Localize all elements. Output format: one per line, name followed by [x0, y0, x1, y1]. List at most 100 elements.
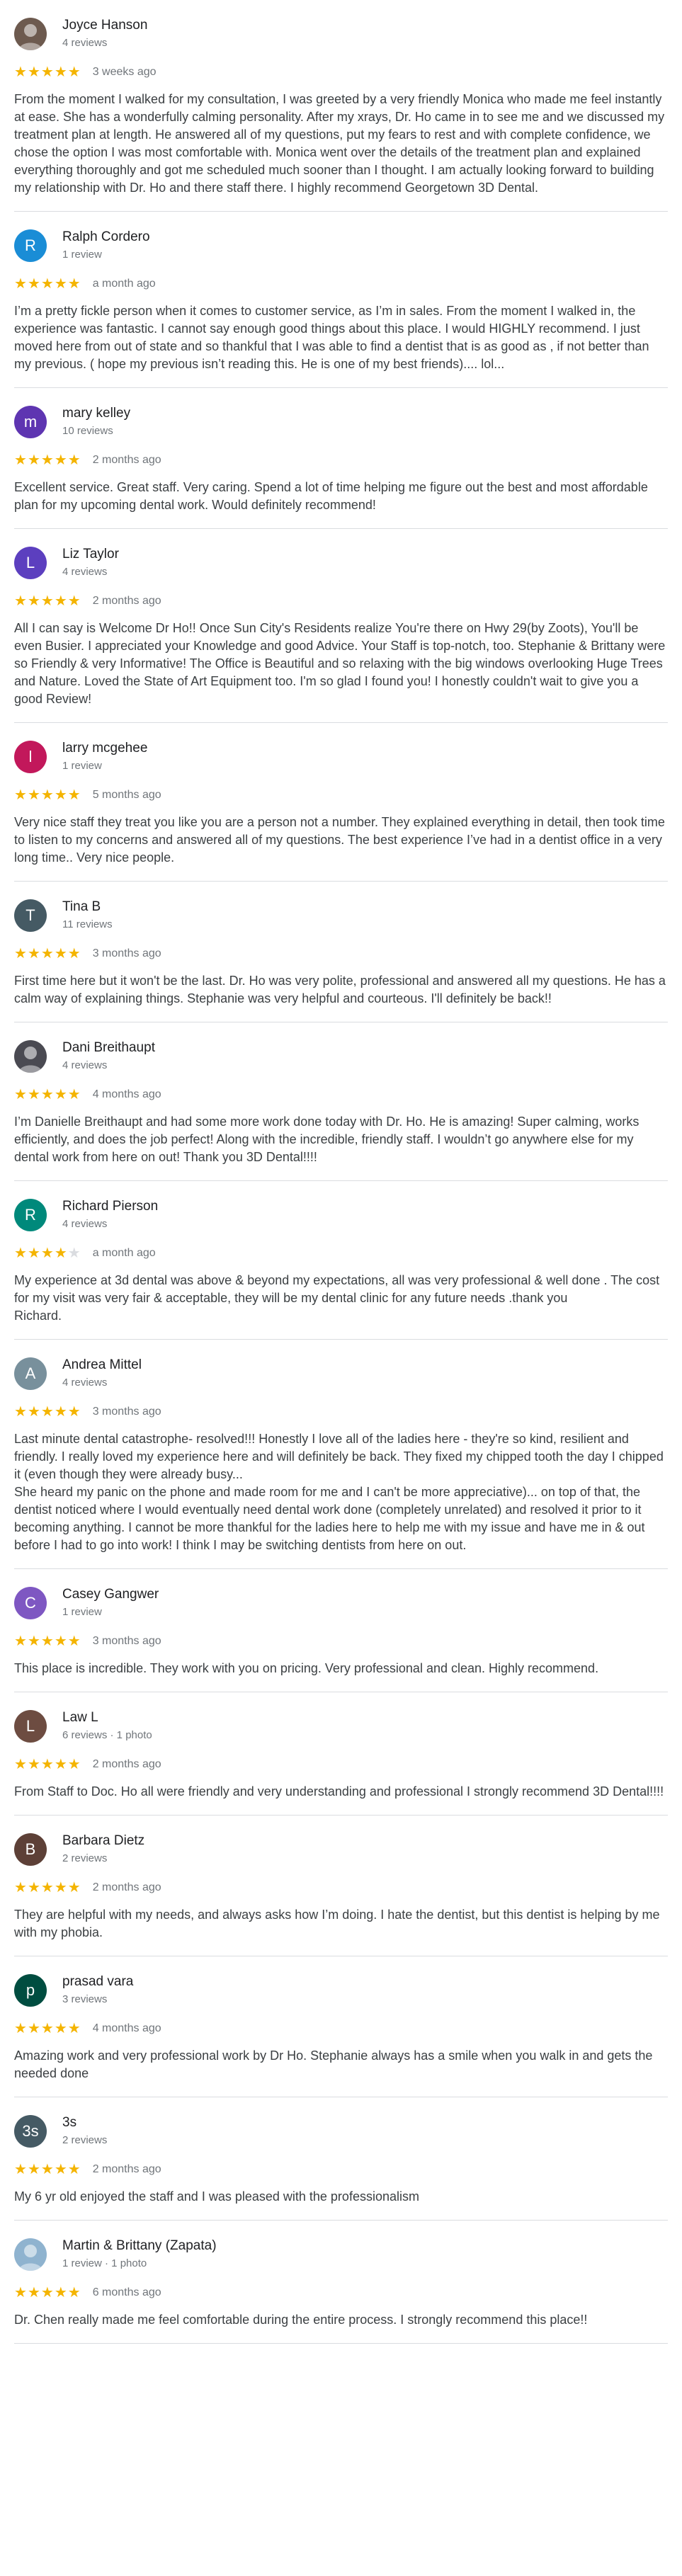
- review-date: 3 weeks ago: [92, 66, 157, 78]
- reviewer-stats: 2 reviews: [62, 2134, 108, 2146]
- star-filled-icon: ★: [14, 1246, 28, 1261]
- reviewer-stats: 1 review: [62, 1606, 102, 1618]
- star-rating: ★★★★★: [14, 787, 81, 804]
- star-filled-icon: ★: [67, 276, 81, 292]
- avatar-photo-icon[interactable]: [14, 2238, 47, 2271]
- star-filled-icon: ★: [67, 1634, 81, 1649]
- star-filled-icon: ★: [54, 276, 68, 292]
- avatar[interactable]: L: [14, 1710, 47, 1743]
- author-info: larry mcgehee 1 review: [62, 740, 147, 774]
- reviewer-stats: 6 reviews · 1 photo: [62, 1729, 152, 1741]
- author-name[interactable]: prasad vara: [62, 1973, 133, 1990]
- rating-row: ★★★★★ 4 months ago: [14, 1086, 668, 1103]
- star-filled-icon: ★: [40, 1757, 55, 1772]
- avatar[interactable]: m: [14, 406, 47, 438]
- review-date: 4 months ago: [92, 1088, 161, 1100]
- author-name[interactable]: Richard Pierson: [62, 1198, 158, 1215]
- star-filled-icon: ★: [27, 64, 41, 80]
- avatar-photo-icon[interactable]: [14, 1040, 47, 1073]
- star-rating: ★★★★★: [14, 1245, 81, 1262]
- author-name[interactable]: Barbara Dietz: [62, 1833, 144, 1850]
- reviewer-stats: 3 reviews: [62, 1993, 108, 2005]
- star-filled-icon: ★: [40, 276, 55, 292]
- star-filled-icon: ★: [67, 2162, 81, 2177]
- star-filled-icon: ★: [67, 787, 81, 803]
- author-name[interactable]: Andrea Mittel: [62, 1357, 142, 1374]
- rating-row: ★★★★★ 2 months ago: [14, 593, 668, 610]
- reviewer-stats: 11 reviews: [62, 918, 113, 930]
- author-name[interactable]: Ralph Cordero: [62, 229, 150, 246]
- rating-row: ★★★★★ 6 months ago: [14, 2284, 668, 2301]
- review-card: R Ralph Cordero 1 review ★★★★★ a month ago I’…: [14, 212, 668, 388]
- star-rating: ★★★★★: [14, 2020, 81, 2037]
- author-name[interactable]: larry mcgehee: [62, 740, 147, 757]
- avatar[interactable]: T: [14, 899, 47, 932]
- avatar[interactable]: C: [14, 1587, 47, 1619]
- author-name[interactable]: Liz Taylor: [62, 546, 119, 563]
- author-name[interactable]: Tina B: [62, 899, 113, 916]
- star-filled-icon: ★: [40, 2021, 55, 2036]
- avatar[interactable]: l: [14, 741, 47, 773]
- star-filled-icon: ★: [67, 452, 81, 468]
- star-filled-icon: ★: [27, 276, 41, 292]
- review-date: 3 months ago: [92, 947, 161, 959]
- review-card: Joyce Hanson 4 reviews ★★★★★ 3 weeks ago Fro…: [14, 0, 668, 212]
- review-date: 2 months ago: [92, 1758, 161, 1770]
- review-date: a month ago: [92, 1247, 156, 1259]
- author-name[interactable]: Martin & Brittany (Zapata): [62, 2238, 217, 2255]
- review-header: 3s 3s 2 reviews: [14, 2113, 668, 2150]
- author-name[interactable]: 3s: [62, 2114, 107, 2131]
- star-rating: ★★★★★: [14, 2284, 81, 2301]
- avatar[interactable]: 3s: [14, 2115, 47, 2148]
- review-date: 3 months ago: [92, 1635, 161, 1647]
- author-name[interactable]: Dani Breithaupt: [62, 1039, 155, 1056]
- rating-row: ★★★★★ a month ago: [14, 275, 668, 292]
- star-filled-icon: ★: [27, 1880, 41, 1896]
- author-info: Casey Gangwer 1 review: [62, 1586, 159, 1620]
- reviewer-stats: 1 review · 1 photo: [62, 2257, 147, 2269]
- author-name[interactable]: Law L: [62, 1709, 152, 1726]
- avatar[interactable]: L: [14, 547, 47, 579]
- star-filled-icon: ★: [27, 1634, 41, 1649]
- star-filled-icon: ★: [40, 1880, 55, 1896]
- avatar[interactable]: B: [14, 1833, 47, 1866]
- star-rating: ★★★★★: [14, 64, 81, 81]
- star-filled-icon: ★: [54, 787, 68, 803]
- review-card: m mary kelley 10 reviews ★★★★★ 2 months ago E…: [14, 388, 668, 529]
- author-info: Joyce Hanson 4 reviews: [62, 17, 147, 51]
- star-filled-icon: ★: [40, 64, 55, 80]
- review-text: They are helpful with my needs, and alwa…: [14, 1908, 660, 1939]
- author-name[interactable]: Casey Gangwer: [62, 1586, 159, 1603]
- reviewer-stats: 1 review: [62, 249, 102, 261]
- reviewer-stats: 10 reviews: [62, 425, 113, 437]
- star-filled-icon: ★: [54, 2285, 68, 2301]
- star-filled-icon: ★: [27, 452, 41, 468]
- avatar[interactable]: R: [14, 229, 47, 262]
- review-header: A Andrea Mittel 4 reviews: [14, 1355, 668, 1392]
- author-info: Andrea Mittel 4 reviews: [62, 1357, 142, 1391]
- review-header: p prasad vara 3 reviews: [14, 1972, 668, 2009]
- review-card: A Andrea Mittel 4 reviews ★★★★★ 3 months ago…: [14, 1340, 668, 1569]
- star-filled-icon: ★: [67, 2021, 81, 2036]
- author-info: Barbara Dietz 2 reviews: [62, 1833, 144, 1867]
- star-filled-icon: ★: [27, 946, 41, 962]
- author-name[interactable]: Joyce Hanson: [62, 17, 147, 34]
- rating-row: ★★★★★ 3 weeks ago: [14, 64, 668, 81]
- avatar-photo-icon[interactable]: [14, 18, 47, 50]
- star-filled-icon: ★: [27, 2162, 41, 2177]
- avatar[interactable]: p: [14, 1974, 47, 2007]
- star-filled-icon: ★: [40, 1634, 55, 1649]
- review-text: From Staff to Doc. Ho all were friendly …: [14, 1784, 664, 1799]
- reviewer-stats: 4 reviews: [62, 37, 108, 49]
- author-info: Law L 6 reviews · 1 photo: [62, 1709, 152, 1743]
- star-filled-icon: ★: [14, 64, 28, 80]
- star-filled-icon: ★: [27, 2021, 41, 2036]
- author-name[interactable]: mary kelley: [62, 405, 130, 422]
- review-card: R Richard Pierson 4 reviews ★★★★★ a month ag…: [14, 1181, 668, 1340]
- star-filled-icon: ★: [54, 1757, 68, 1772]
- review-header: l larry mcgehee 1 review: [14, 739, 668, 775]
- avatar[interactable]: A: [14, 1357, 47, 1390]
- avatar[interactable]: R: [14, 1199, 47, 1231]
- review-card: T Tina B 11 reviews ★★★★★ 3 months ago First …: [14, 882, 668, 1022]
- review-card: C Casey Gangwer 1 review ★★★★★ 3 months ago T…: [14, 1569, 668, 1692]
